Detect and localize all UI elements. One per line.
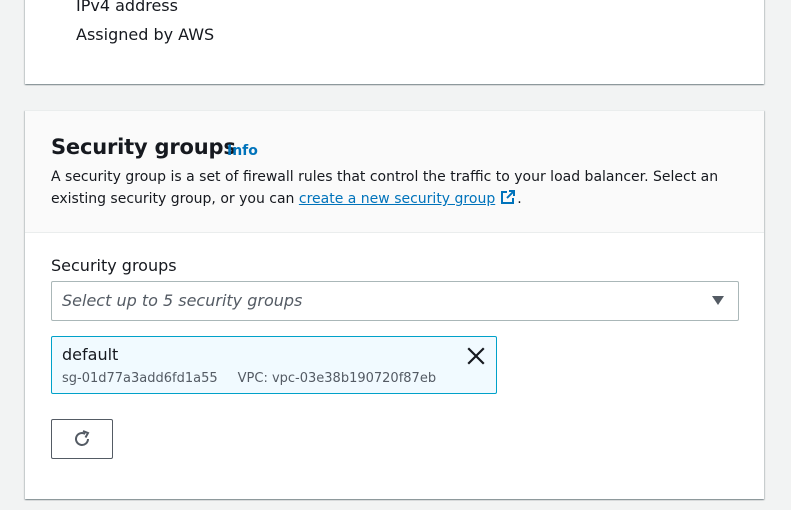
ipv4-assignment-value: Assigned by AWS: [76, 25, 215, 44]
security-groups-header: Security groups Info A security group is…: [25, 111, 764, 233]
security-groups-select[interactable]: Select up to 5 security groups: [51, 281, 739, 321]
close-icon[interactable]: [466, 346, 486, 366]
section-title: Security groups: [51, 135, 236, 159]
security-groups-field-label: Security groups: [51, 256, 177, 275]
section-description: A security group is a set of firewall ru…: [51, 167, 731, 210]
token-group-id: sg-01d77a3add6fd1a55: [62, 371, 218, 386]
description-end: .: [517, 191, 522, 207]
token-vpc-id: VPC: vpc-03e38b190720f87eb: [237, 371, 437, 386]
selected-security-group-token: default sg-01d77a3add6fd1a55 VPC: vpc-03e…: [51, 336, 497, 394]
create-security-group-link[interactable]: create a new security group: [299, 191, 495, 207]
network-mapping-card: IPv4 address Assigned by AWS: [25, 0, 764, 84]
info-link[interactable]: Info: [227, 143, 258, 159]
select-placeholder: Select up to 5 security groups: [62, 291, 303, 310]
security-groups-card: Security groups Info A security group is…: [25, 110, 764, 499]
external-link-icon[interactable]: [499, 188, 517, 206]
refresh-button[interactable]: [51, 419, 113, 459]
refresh-icon: [75, 430, 90, 446]
ipv4-address-label: IPv4 address: [76, 0, 178, 15]
token-group-meta: sg-01d77a3add6fd1a55 VPC: vpc-03e38b19072…: [62, 371, 436, 386]
caret-down-icon: [712, 296, 724, 305]
token-group-name: default: [62, 345, 119, 364]
